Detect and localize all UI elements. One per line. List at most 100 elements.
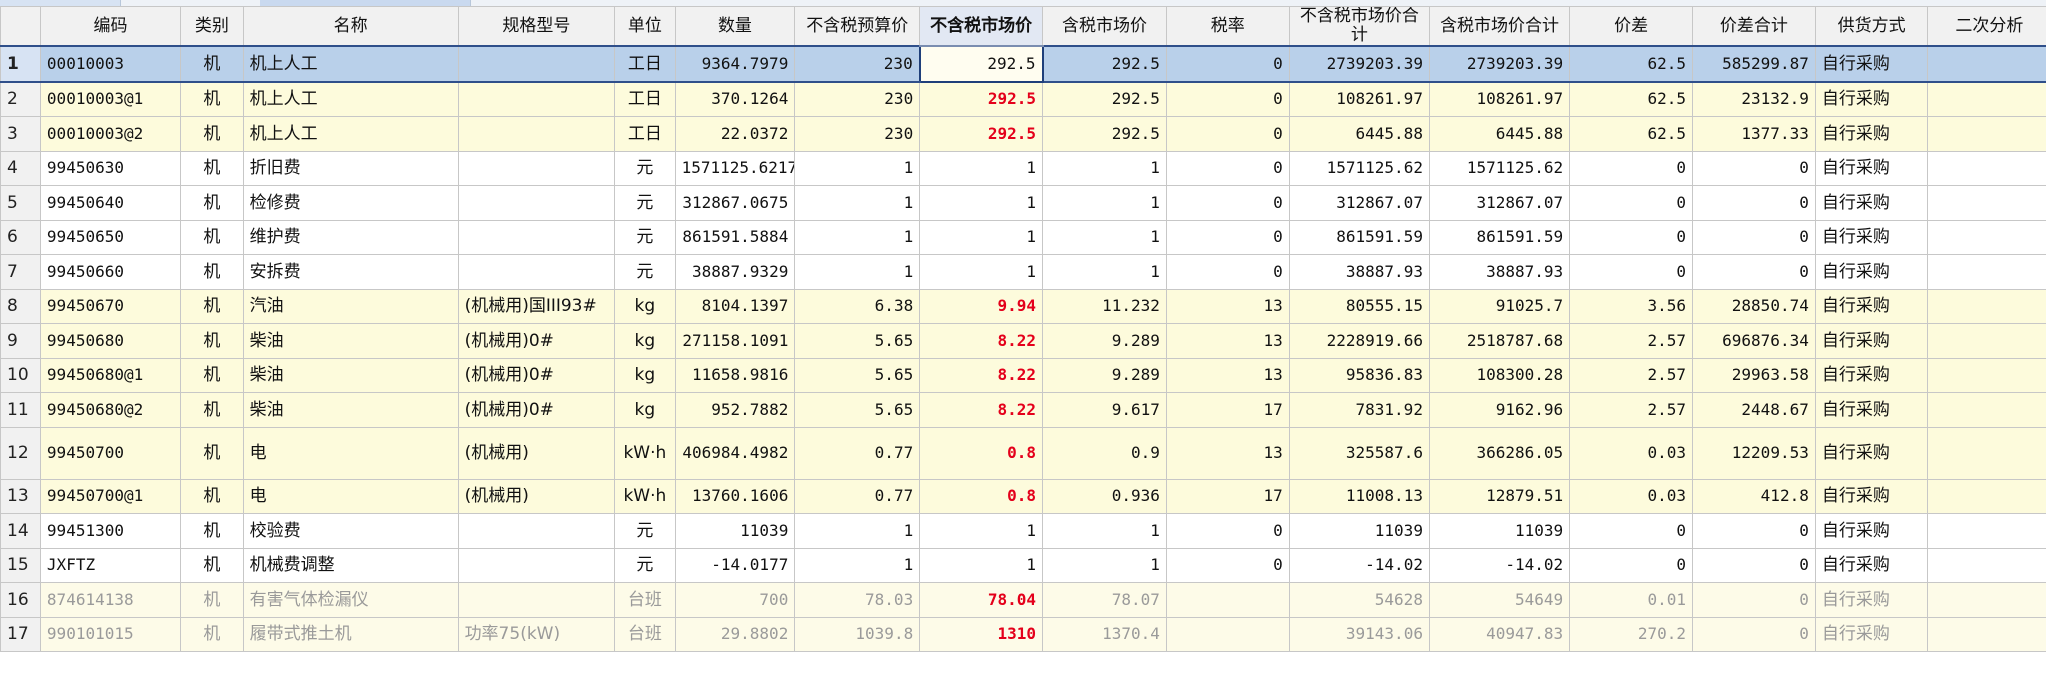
cell-spec[interactable]	[457, 185, 616, 221]
cell-market-total[interactable]: 312867.07	[1288, 185, 1430, 221]
cell-secondary-analysis[interactable]	[1927, 392, 2046, 428]
cell-budget-price[interactable]: 230	[794, 116, 921, 152]
cell-tax-market-price[interactable]: 292.5	[1042, 81, 1167, 117]
cell-code[interactable]: 99450660	[39, 254, 182, 290]
cell-diff-total[interactable]: 585299.87	[1692, 45, 1816, 83]
cell-qty[interactable]: 406984.4982	[674, 426, 796, 480]
col-header-secondary-analysis[interactable]: 二次分析	[1927, 6, 2046, 47]
cell-budget-price[interactable]: 1	[794, 150, 921, 186]
cell-secondary-analysis[interactable]	[1927, 45, 2046, 83]
cell-supply-mode[interactable]: 自行采购	[1814, 616, 1929, 652]
cell-market-price[interactable]: 1	[919, 254, 1044, 290]
cell-tax-total[interactable]: 38887.93	[1428, 254, 1571, 290]
row-number[interactable]: 17	[0, 616, 41, 652]
cell-unit[interactable]: kW·h	[614, 478, 676, 514]
cell-secondary-analysis[interactable]	[1927, 357, 2046, 393]
cell-budget-price[interactable]: 1	[794, 219, 921, 255]
cell-tax-total[interactable]: 312867.07	[1428, 185, 1571, 221]
cell-secondary-analysis[interactable]	[1927, 219, 2046, 255]
row-number[interactable]: 7	[0, 254, 41, 290]
cell-budget-price[interactable]: 0.77	[794, 478, 921, 514]
cell-secondary-analysis[interactable]	[1927, 81, 2046, 117]
table-row[interactable]: 8 99450670 机汽油 (机械用)国III93# kg 8104.1397 6.38 9…	[0, 288, 2046, 324]
cell-tax-rate[interactable]: 0	[1165, 45, 1290, 83]
cell-tax-market-price[interactable]: 9.289	[1042, 323, 1167, 359]
cell-price-diff[interactable]: 0	[1569, 547, 1694, 583]
cell-price-diff[interactable]: 3.56	[1569, 288, 1694, 324]
cell-supply-mode[interactable]: 自行采购	[1814, 478, 1929, 514]
cell-type[interactable]: 机	[180, 582, 244, 618]
cell-name[interactable]: 柴油	[242, 323, 459, 359]
cell-code[interactable]: 99450700	[39, 426, 182, 480]
cell-supply-mode[interactable]: 自行采购	[1814, 254, 1929, 290]
cell-code[interactable]: 00010003@1	[39, 81, 182, 117]
cell-market-total[interactable]: 38887.93	[1288, 254, 1430, 290]
cell-name[interactable]: 安拆费	[242, 254, 459, 290]
cell-code[interactable]: 99450680	[39, 323, 182, 359]
cell-diff-total[interactable]: 0	[1692, 513, 1816, 549]
cell-type[interactable]: 机	[180, 513, 244, 549]
cell-secondary-analysis[interactable]	[1927, 116, 2046, 152]
cell-budget-price[interactable]: 5.65	[794, 357, 921, 393]
cell-market-total[interactable]: 54628	[1288, 582, 1430, 618]
cell-tax-market-price[interactable]: 1	[1042, 254, 1167, 290]
cell-market-total[interactable]: 80555.15	[1288, 288, 1430, 324]
cell-market-total[interactable]: 2739203.39	[1288, 45, 1430, 83]
cell-supply-mode[interactable]: 自行采购	[1814, 392, 1929, 428]
cell-name[interactable]: 机上人工	[242, 45, 459, 83]
cell-market-price[interactable]: 1	[919, 185, 1044, 221]
cell-unit[interactable]: 元	[614, 547, 676, 583]
cell-budget-price[interactable]: 230	[794, 45, 921, 83]
cell-spec[interactable]	[457, 150, 616, 186]
cell-qty[interactable]: -14.0177	[674, 547, 796, 583]
cell-unit[interactable]: 元	[614, 185, 676, 221]
cell-tax-rate[interactable]: 0	[1165, 219, 1290, 255]
cell-market-total[interactable]: 7831.92	[1288, 392, 1430, 428]
cell-budget-price[interactable]: 0.77	[794, 426, 921, 480]
row-number[interactable]: 1	[0, 45, 41, 83]
cell-tax-rate[interactable]	[1165, 582, 1290, 618]
cell-supply-mode[interactable]: 自行采购	[1814, 81, 1929, 117]
table-row[interactable]: 15 JXFTZ 机机械费调整元 -14.0177 1 1 1 0 -14.02 -14.02 0 0…	[0, 547, 2046, 583]
cell-unit[interactable]: kg	[614, 392, 676, 428]
row-number[interactable]: 2	[0, 81, 41, 117]
cell-tax-rate[interactable]: 17	[1165, 478, 1290, 514]
table-row[interactable]: 1 00010003 机机上人工 工日 9364.7979 230 292.5 292.5 0 2…	[0, 45, 2046, 83]
row-number[interactable]: 4	[0, 150, 41, 186]
cell-unit[interactable]: kW·h	[614, 426, 676, 480]
cell-tax-market-price[interactable]: 9.289	[1042, 357, 1167, 393]
cell-code[interactable]: 99450700@1	[39, 478, 182, 514]
col-header-qty[interactable]: 数量	[674, 6, 796, 47]
cell-market-price[interactable]: 78.04	[919, 582, 1044, 618]
cell-qty[interactable]: 312867.0675	[674, 185, 796, 221]
cell-unit[interactable]: 元	[614, 219, 676, 255]
col-header-price-diff[interactable]: 价差	[1569, 6, 1694, 47]
cell-spec[interactable]	[457, 81, 616, 117]
cell-price-diff[interactable]: 0	[1569, 185, 1694, 221]
cell-secondary-analysis[interactable]	[1927, 478, 2046, 514]
cell-market-total[interactable]: 108261.97	[1288, 81, 1430, 117]
cell-unit[interactable]: kg	[614, 323, 676, 359]
cell-supply-mode[interactable]: 自行采购	[1814, 116, 1929, 152]
cell-unit[interactable]: 元	[614, 513, 676, 549]
row-number[interactable]: 11	[0, 392, 41, 428]
col-header-supply-mode[interactable]: 供货方式	[1814, 6, 1929, 47]
cell-secondary-analysis[interactable]	[1927, 426, 2046, 480]
cell-name[interactable]: 汽油	[242, 288, 459, 324]
cell-tax-total[interactable]: 12879.51	[1428, 478, 1571, 514]
cell-supply-mode[interactable]: 自行采购	[1814, 219, 1929, 255]
cell-tax-rate[interactable]: 0	[1165, 116, 1290, 152]
cell-market-total[interactable]: 2228919.66	[1288, 323, 1430, 359]
cell-unit[interactable]: 元	[614, 254, 676, 290]
cell-supply-mode[interactable]: 自行采购	[1814, 357, 1929, 393]
table-row[interactable]: 6 99450650 机维护费元 861591.5884 1 1 1 0 861591.59 86…	[0, 219, 2046, 255]
cell-tax-total[interactable]: 1571125.62	[1428, 150, 1571, 186]
cell-diff-total[interactable]: 29963.58	[1692, 357, 1816, 393]
cell-name[interactable]: 履带式推土机	[242, 616, 459, 652]
table-row[interactable]: 11 99450680@2 机柴油 (机械用)0# kg 952.7882 5.65 8.22…	[0, 392, 2046, 428]
cell-tax-market-price[interactable]: 1	[1042, 185, 1167, 221]
cell-type[interactable]: 机	[180, 323, 244, 359]
cell-secondary-analysis[interactable]	[1927, 288, 2046, 324]
cell-price-diff[interactable]: 62.5	[1569, 81, 1694, 117]
cell-tax-rate[interactable]: 13	[1165, 357, 1290, 393]
